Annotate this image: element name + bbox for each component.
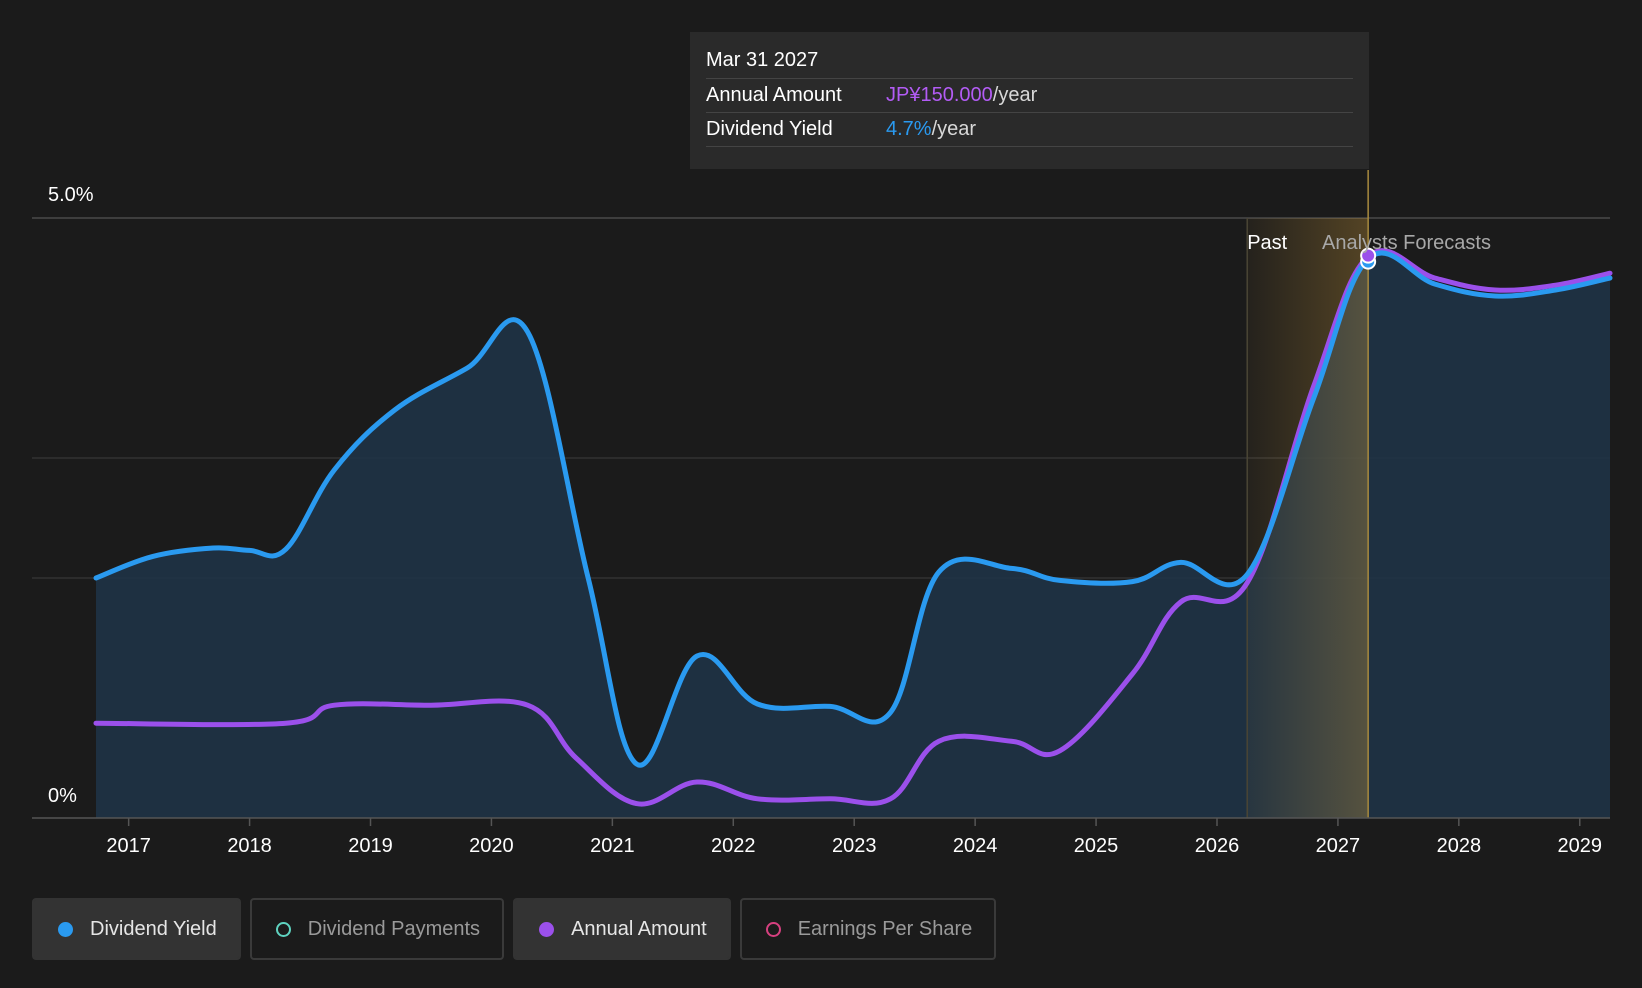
tooltip-value: JP¥150.000 — [886, 84, 993, 106]
legend-annual-amount[interactable]: Annual Amount — [513, 898, 731, 960]
y-tick-label: 0% — [48, 785, 77, 807]
past-label: Past — [1247, 232, 1287, 254]
legend-dot-icon — [58, 921, 73, 937]
tooltip-value: 4.7% — [886, 118, 932, 140]
past-highlight-band — [1247, 218, 1369, 818]
legend-label: Annual Amount — [571, 917, 707, 940]
x-tick-label: 2018 — [227, 835, 272, 857]
tooltip-unit: /year — [931, 118, 977, 140]
legend-earnings-per-share[interactable]: Earnings Per Share — [739, 898, 997, 960]
chart-tooltip: Mar 31 2027 Annual Amount JP¥150.000 /ye… — [690, 32, 1369, 169]
tooltip-date: Mar 31 2027 — [706, 46, 1353, 79]
x-tick-label: 2019 — [348, 835, 393, 857]
legend-label: Dividend Payments — [307, 917, 481, 940]
x-tick-label: 2027 — [1316, 835, 1361, 857]
legend-label: Earnings Per Share — [797, 917, 973, 940]
tooltip-row-annual-amount: Annual Amount JP¥150.000 /year — [706, 79, 1353, 113]
legend-label: Dividend Yield — [90, 917, 217, 940]
legend-dividend-yield[interactable]: Dividend Yield — [32, 898, 241, 960]
x-tick-label: 2021 — [590, 835, 635, 857]
x-tick-label: 2029 — [1558, 835, 1603, 857]
chart-legend: Dividend Yield Dividend Payments Annual … — [32, 898, 997, 960]
dividend-yield-area — [96, 252, 1610, 818]
legend-dot-icon — [539, 921, 555, 937]
x-tick-label: 2020 — [469, 835, 514, 857]
tooltip-row-dividend-yield: Dividend Yield 4.7% /year — [706, 113, 1353, 147]
tooltip-label: Dividend Yield — [706, 118, 833, 140]
tooltip-unit: /year — [992, 84, 1038, 106]
y-tick-label: 5.0% — [48, 184, 94, 206]
x-tick-label: 2017 — [106, 835, 151, 857]
legend-dot-icon — [275, 921, 291, 937]
x-tick-label: 2028 — [1437, 835, 1482, 857]
x-tick-label: 2023 — [832, 835, 877, 857]
x-tick-label: 2026 — [1195, 835, 1240, 857]
forecast-label: Analysts Forecasts — [1322, 232, 1491, 254]
legend-dot-icon — [765, 921, 781, 937]
x-tick-label: 2024 — [953, 835, 998, 857]
x-tick-label: 2022 — [711, 835, 756, 857]
x-tick-label: 2025 — [1074, 835, 1119, 857]
dividend-chart: 2017 2018 2019 2020 2021 2022 2023 2024 2025 2026… — [0, 0, 1642, 880]
tooltip-label: Annual Amount — [706, 84, 842, 106]
legend-dividend-payments[interactable]: Dividend Payments — [249, 898, 505, 960]
